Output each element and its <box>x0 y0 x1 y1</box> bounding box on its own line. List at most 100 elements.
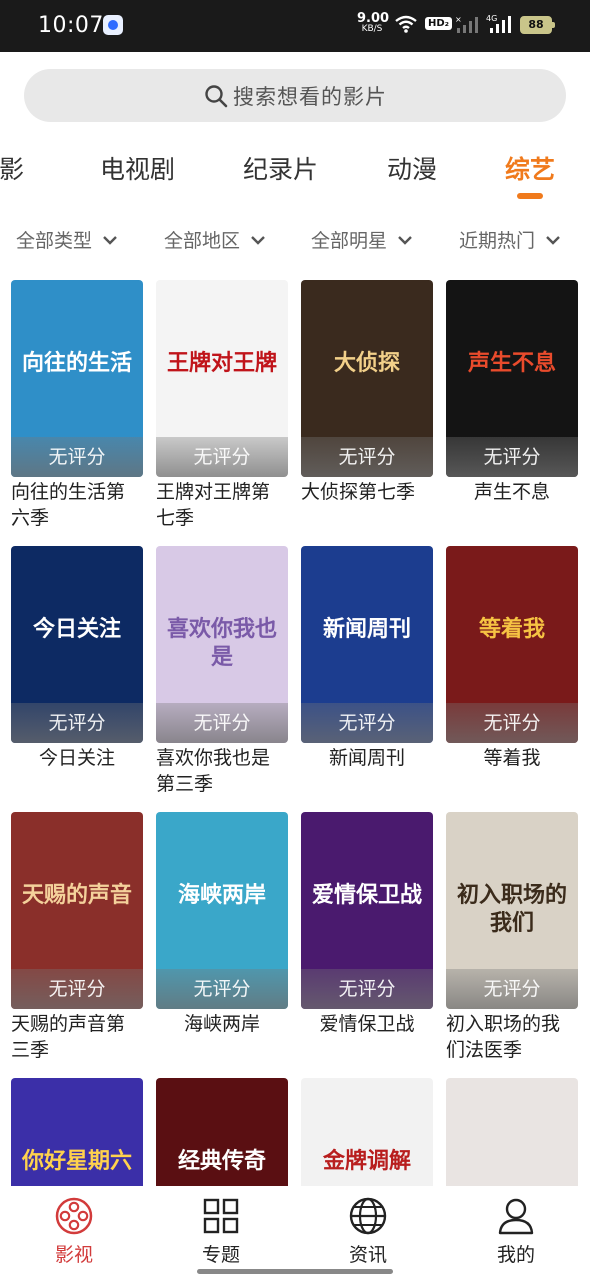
globe-icon <box>349 1197 387 1235</box>
poster-title-art: 大侦探 <box>333 351 400 376</box>
filter-star[interactable]: 全部明星 <box>311 226 413 253</box>
show-poster[interactable]: 向往的生活 无评分 <box>11 280 143 477</box>
show-poster[interactable]: 王牌对王牌 无评分 <box>156 280 288 477</box>
rating-label: 无评分 <box>48 712 106 734</box>
rating-label: 无评分 <box>338 978 396 1000</box>
nav-topics[interactable]: 专题 <box>171 1196 271 1267</box>
film-reel-icon <box>55 1197 93 1235</box>
poster-title-art: 金牌调解 <box>322 1149 411 1174</box>
nav-topics-label: 专题 <box>201 1244 240 1266</box>
search-placeholder: 搜索想看的影片 <box>233 84 387 109</box>
user-icon <box>498 1198 534 1235</box>
show-poster[interactable]: 喜欢你我也是 无评分 <box>156 546 288 743</box>
signal-strength-icon: × <box>455 15 478 33</box>
show-card[interactable]: 海峡两岸 无评分海峡两岸 <box>156 812 288 1037</box>
poster-title-art: 向往的生活 <box>21 351 132 376</box>
chevron-down-icon <box>103 235 117 245</box>
signal-4g-icon: 4G <box>486 14 511 33</box>
show-poster[interactable]: 爱情保卫战 无评分 <box>301 812 433 1009</box>
app-screen: 10:07 9.00 KB/S HD₂ × 4G 88 搜索想看的影片 影 电视… <box>0 0 590 1278</box>
wifi-icon <box>395 15 417 33</box>
show-poster[interactable]: 初入职场的我们无评分 <box>446 812 578 1009</box>
network-speed-value: 9.00 <box>357 11 390 26</box>
show-title: 今日关注 <box>38 747 115 769</box>
show-title: 新闻周刊 <box>328 747 405 769</box>
show-card[interactable]: 大侦探无评分大侦探第七季 <box>301 280 433 505</box>
category-tabs: 电影 电视剧 纪录片 动漫 综艺 <box>0 150 590 200</box>
show-card[interactable]: 声生不息 无评分 声生不息 <box>446 280 578 505</box>
rating-label: 无评分 <box>48 446 106 468</box>
filter-region[interactable]: 全部地区 <box>164 226 266 253</box>
rating-label: 无评分 <box>193 978 251 1000</box>
show-card[interactable]: 向往的生活无评分向往的生活第六季 <box>11 280 143 531</box>
show-poster[interactable]: 天赐的声音 无评分 <box>11 812 143 1009</box>
show-title: 海峡两岸 <box>183 1013 260 1035</box>
show-poster[interactable]: 等着我 无评分 <box>446 546 578 743</box>
poster-title-art: 声生不息 <box>467 351 556 376</box>
show-card[interactable]: 爱情保卫战 无评分 爱情保卫战 <box>301 812 433 1037</box>
status-time: 10:07 <box>38 13 104 38</box>
rating-label: 无评分 <box>483 978 541 1000</box>
show-title: 王牌对王牌第七季 <box>156 481 271 529</box>
rating-label: 无评分 <box>193 446 251 468</box>
nav-news-label: 资讯 <box>348 1244 387 1266</box>
network-speed: 9.00 KB/S <box>357 11 390 35</box>
home-indicator[interactable] <box>197 1269 393 1274</box>
poster-title-art: 等着我 <box>478 617 545 642</box>
filter-star-label: 全部明星 <box>311 230 388 252</box>
battery-indicator: 88 <box>520 16 555 34</box>
show-poster[interactable]: 今日关注 无评分 <box>11 546 143 743</box>
poster-title-art: 初入职场的我们 <box>456 883 567 936</box>
show-title: 爱情保卫战 <box>319 1013 415 1035</box>
filter-type-label: 全部类型 <box>16 230 93 252</box>
tab-tv-series[interactable]: 电视剧 <box>100 150 175 186</box>
show-title: 大侦探第七季 <box>301 481 416 503</box>
rating-label: 无评分 <box>483 712 541 734</box>
poster-title-art: 王牌对王牌 <box>166 351 277 376</box>
show-title: 声生不息 <box>473 481 550 503</box>
rating-label: 无评分 <box>338 446 396 468</box>
poster-title-art: 你好星期六 <box>21 1149 132 1174</box>
show-title: 天赐的声音第三季 <box>11 1013 126 1061</box>
poster-title-art: 爱情保卫战 <box>311 883 422 908</box>
poster-title-art: 新闻周刊 <box>322 617 411 642</box>
app-notification-icon <box>103 15 123 35</box>
grid-icon <box>203 1198 239 1234</box>
nav-news[interactable]: 资讯 <box>318 1196 418 1267</box>
show-poster[interactable]: 大侦探 无评分 <box>301 280 433 477</box>
show-card[interactable]: 新闻周刊 无评分 新闻周刊 <box>301 546 433 771</box>
filter-sort[interactable]: 近期热门 <box>459 226 561 253</box>
show-card[interactable]: 喜欢你我也是 无评分 喜欢你我也是第三季 <box>156 546 288 797</box>
active-tab-indicator <box>517 193 543 199</box>
show-card[interactable]: 初入职场的我们 无评分 初入职场的我们法医季 <box>446 812 578 1063</box>
show-card[interactable]: 今日关注 无评分今日关注 <box>11 546 143 771</box>
show-poster[interactable]: 海峡两岸 无评分 <box>156 812 288 1009</box>
chevron-down-icon <box>398 235 412 245</box>
filter-bar: 全部类型 全部地区 全部明星 近期热门 <box>0 226 590 258</box>
tab-documentary[interactable]: 纪录片 <box>243 150 318 186</box>
nav-film[interactable]: 影视 <box>24 1196 124 1267</box>
tab-movie[interactable]: 电影 <box>0 150 24 186</box>
show-card[interactable]: 天赐的声音 无评分 天赐的声音第三季 <box>11 812 143 1063</box>
tab-variety[interactable]: 综艺 <box>505 150 555 186</box>
show-title: 等着我 <box>483 747 541 769</box>
show-title: 向往的生活第六季 <box>11 481 126 529</box>
filter-type[interactable]: 全部类型 <box>16 226 118 253</box>
hd-voice-badge: HD₂ <box>425 17 453 30</box>
chevron-down-icon <box>546 235 560 245</box>
show-poster[interactable]: 新闻周刊 无评分 <box>301 546 433 743</box>
filter-region-label: 全部地区 <box>164 230 241 252</box>
show-poster[interactable]: 声生不息 无评分 <box>446 280 578 477</box>
chevron-down-icon <box>251 235 265 245</box>
poster-title-art: 喜欢你我也是 <box>166 617 277 670</box>
search-bar[interactable]: 搜索想看的影片 <box>24 69 566 122</box>
nav-profile[interactable]: 我的 <box>466 1196 566 1267</box>
poster-title-art: 天赐的声音 <box>21 883 132 908</box>
svg-text:4G: 4G <box>486 14 497 23</box>
show-card[interactable]: 王牌对王牌无评分王牌对王牌第七季 <box>156 280 288 531</box>
poster-title-art: 经典传奇 <box>177 1149 266 1174</box>
bottom-nav: 影视 专题 资讯 我的 <box>0 1186 590 1278</box>
show-card[interactable]: 等着我 无评分 等着我 <box>446 546 578 771</box>
tab-anime[interactable]: 动漫 <box>387 150 437 186</box>
svg-text:×: × <box>455 15 462 24</box>
